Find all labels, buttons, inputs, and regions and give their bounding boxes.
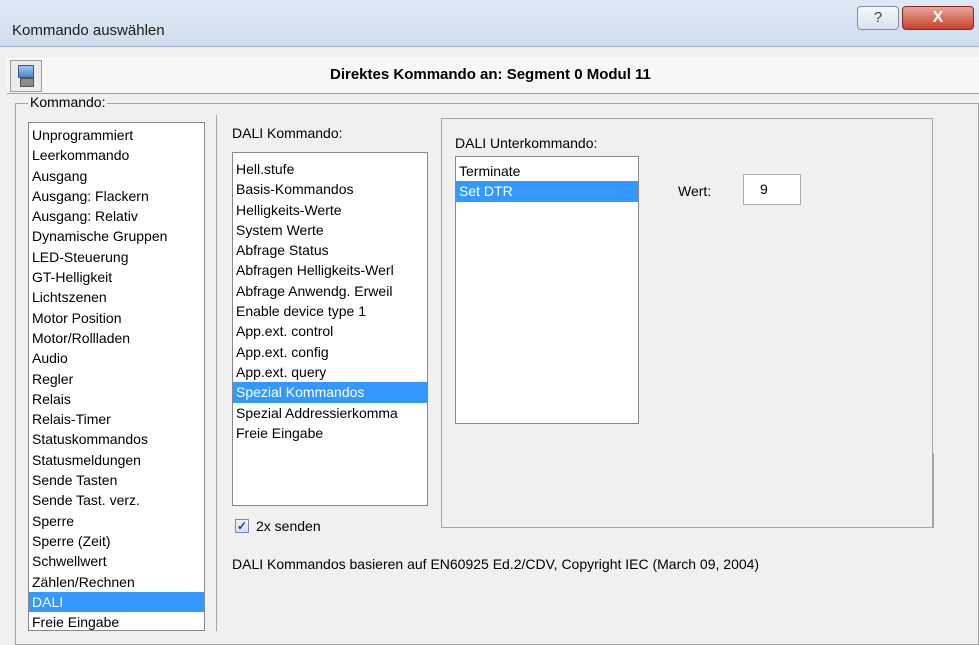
list-item[interactable]: Sperre (Zeit) (29, 531, 204, 551)
list-item[interactable]: Terminate (456, 161, 638, 181)
list-item[interactable]: Sende Tasten (29, 470, 204, 490)
list-item[interactable]: Ausgang: Relativ (29, 206, 204, 226)
panel-edge (932, 453, 934, 528)
wert-label: Wert: (678, 183, 712, 199)
list-item[interactable]: Hell.stufe (233, 159, 427, 179)
title-bar: Kommando auswählen ? X (0, 0, 979, 47)
list-item[interactable]: Statuskommandos (29, 429, 204, 449)
dali-kommando-list[interactable]: Hell.stufe Basis-Kommandos Helligkeits-Wer… (232, 152, 428, 506)
list-item[interactable]: Relais-Timer (29, 409, 204, 429)
wert-input[interactable]: 9 (743, 174, 801, 205)
list-item[interactable]: Ausgang (29, 166, 204, 186)
list-item[interactable]: LED-Steuerung (29, 247, 204, 267)
help-button[interactable]: ? (857, 6, 899, 30)
kommando-list[interactable]: Unprogrammiert Leerkommando Ausgang Ausgang… (28, 122, 205, 631)
window-title: Kommando auswählen (12, 22, 165, 39)
list-item[interactable]: App.ext. control (233, 321, 427, 341)
dali-unterkommando-list[interactable]: Terminate Set DTR (455, 156, 639, 424)
list-item[interactable]: Unprogrammiert (29, 125, 204, 145)
list-item[interactable]: Abfrage Anwendg. Erweil (233, 281, 427, 301)
list-item[interactable]: Lichtszenen (29, 287, 204, 307)
list-item[interactable]: Zählen/Rechnen (29, 572, 204, 592)
list-item[interactable]: Abfrage Status (233, 240, 427, 260)
list-item[interactable]: Ausgang: Flackern (29, 186, 204, 206)
send-twice-checkbox[interactable]: ✓ (235, 519, 249, 533)
list-item[interactable]: Audio (29, 348, 204, 368)
list-item[interactable]: Set DTR (456, 181, 638, 202)
list-item[interactable]: Sperre (29, 511, 204, 531)
dali-unterkommando-label: DALI Unterkommando: (455, 135, 598, 151)
list-item[interactable]: Leerkommando (29, 145, 204, 165)
list-item[interactable]: App.ext. query (233, 362, 427, 382)
list-item[interactable]: Motor/Rollladen (29, 328, 204, 348)
close-button[interactable]: X (902, 6, 974, 30)
list-item[interactable]: Basis-Kommandos (233, 179, 427, 199)
list-item[interactable]: Enable device type 1 (233, 301, 427, 321)
list-item[interactable]: Relais (29, 389, 204, 409)
list-item[interactable]: Schwellwert (29, 551, 204, 571)
list-item[interactable]: Dynamische Gruppen (29, 226, 204, 246)
list-item[interactable]: Freie Eingabe (29, 612, 204, 632)
monitor-icon[interactable] (10, 60, 42, 92)
list-item[interactable]: Spezial Kommandos (233, 382, 427, 403)
list-item[interactable]: Freie Eingabe (233, 423, 427, 443)
send-twice-label[interactable]: 2x senden (256, 518, 321, 534)
header-title: Direktes Kommando an: Segment 0 Modul 11 (330, 66, 651, 83)
list-item[interactable]: Motor Position (29, 308, 204, 328)
list-item[interactable]: System Werte (233, 220, 427, 240)
copyright-note: DALI Kommandos basieren auf EN60925 Ed.2… (232, 556, 760, 572)
dali-kommando-label: DALI Kommando: (232, 125, 343, 141)
group-divider (216, 115, 217, 631)
list-item[interactable]: Statusmeldungen (29, 450, 204, 470)
list-item[interactable]: Helligkeits-Werte (233, 200, 427, 220)
list-item[interactable]: Regler (29, 369, 204, 389)
list-item[interactable]: App.ext. config (233, 342, 427, 362)
list-item[interactable]: GT-Helligkeit (29, 267, 204, 287)
list-item[interactable]: Spezial Addressierkomma (233, 403, 427, 423)
list-item[interactable]: Abfragen Helligkeits-Werl (233, 260, 427, 280)
list-item[interactable]: Sende Tast. verz. (29, 490, 204, 510)
list-item[interactable]: DALI (29, 591, 204, 613)
kommando-label: Kommando: (28, 94, 108, 110)
